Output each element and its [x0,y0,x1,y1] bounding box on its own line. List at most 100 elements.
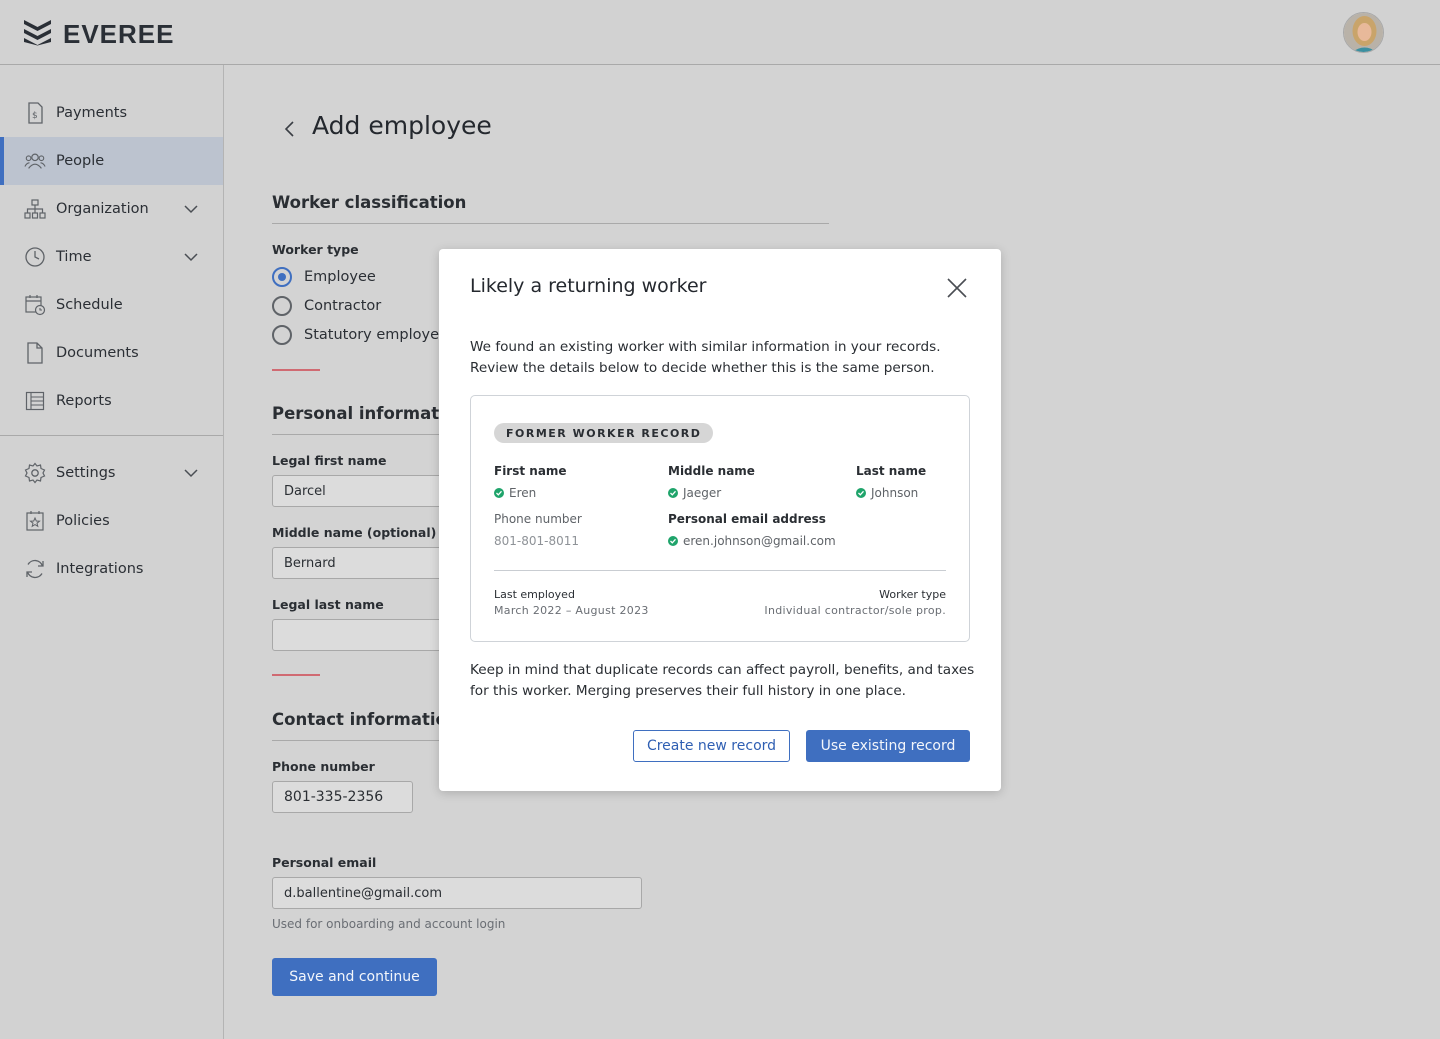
sidebar-item-label: Schedule [56,297,123,313]
former-worker-record-card: FORMER WORKER RECORD First name Eren Mid… [470,395,970,642]
returning-worker-modal: Likely a returning worker We found an ex… [439,249,1001,791]
sidebar-item-label: Policies [56,513,110,529]
middle-name-value: Jaeger [668,486,721,500]
reports-icon [24,390,46,412]
calendar-clock-icon [24,294,46,316]
phone-number-input[interactable]: 801-335-2356 [272,781,413,813]
personal-email-input[interactable]: d.ballentine@gmail.com [272,877,642,909]
personal-email-label: Personal email [272,855,377,870]
radio-statutory-employee[interactable]: Statutory employee [272,325,448,345]
sidebar-item-label: Organization [56,201,149,217]
sidebar-item-people[interactable]: People [0,137,223,185]
contact-information-heading: Contact information [272,710,459,729]
section-accent-rule [272,369,320,371]
sidebar-item-payments[interactable]: $ Payments [0,89,223,137]
worker-classification-heading: Worker classification [272,193,467,212]
worker-type-value: Individual contractor/sole prop. [764,604,946,617]
modal-intro-text: We found an existing worker with similar… [470,339,941,376]
sidebar-divider [0,435,223,436]
user-avatar[interactable] [1343,12,1384,53]
worker-type-label: Worker type [272,242,359,257]
personal-email-text: eren.johnson@gmail.com [683,534,836,548]
legal-first-name-input[interactable]: Darcel [272,475,452,507]
radio-label: Contractor [304,298,382,314]
everee-logo[interactable]: EVEREE [22,18,175,50]
section-divider [272,223,829,224]
phone-number-label: Phone number [272,759,375,774]
section-divider [272,434,452,435]
match-check-icon [856,488,866,498]
radio-button[interactable] [272,296,292,316]
modal-warning-text: Keep in mind that duplicate records can … [470,662,975,699]
sidebar-item-settings[interactable]: Settings [0,449,223,497]
sidebar-item-label: Integrations [56,561,144,577]
last-employed-label: Last employed [494,588,575,601]
sidebar-item-label: Reports [56,393,112,409]
chevron-down-icon[interactable] [182,464,200,482]
sidebar-item-documents[interactable]: Documents [0,329,223,377]
phone-number-value: 801-801-8011 [494,534,580,548]
match-check-icon [668,488,678,498]
phone-number-label: Phone number [494,512,582,526]
sidebar-item-label: Settings [56,465,116,481]
svg-text:$: $ [32,111,38,121]
chevron-down-icon[interactable] [182,248,200,266]
top-bar: EVEREE [0,0,1440,65]
legal-last-name-label: Legal last name [272,597,384,612]
radio-employee[interactable]: Employee [272,267,376,287]
email-helper-text: Used for onboarding and account login [272,917,506,931]
org-chart-icon [24,198,46,220]
radio-label: Statutory employee [304,327,448,343]
create-new-record-button[interactable]: Create new record [633,730,790,762]
chevron-down-icon[interactable] [182,200,200,218]
record-tag-badge: FORMER WORKER RECORD [494,423,714,443]
sidebar-item-label: People [56,153,105,169]
sync-icon [24,558,46,580]
legal-first-name-label: Legal first name [272,453,387,468]
payments-icon: $ [24,102,46,124]
last-employed-value: March 2022 – August 2023 [494,604,649,617]
sidebar-item-organization[interactable]: Organization [0,185,223,233]
sidebar-item-label: Documents [56,345,139,361]
sidebar-item-schedule[interactable]: Schedule [0,281,223,329]
first-name-value: Eren [494,486,536,500]
use-existing-record-button[interactable]: Use existing record [806,730,970,762]
section-divider [272,740,452,741]
sidebar-item-label: Payments [56,105,128,121]
last-name-value: Johnson [856,486,918,500]
radio-button[interactable] [272,325,292,345]
radio-button[interactable] [272,267,292,287]
first-name-label: First name [494,464,567,478]
match-check-icon [668,536,678,546]
middle-name-label: Middle name (optional) [272,525,437,540]
section-accent-rule [272,674,320,676]
sidebar-item-reports[interactable]: Reports [0,377,223,425]
clock-icon [24,246,46,268]
gear-icon [24,462,46,484]
first-name-text: Eren [509,486,537,500]
radio-label: Employee [304,269,376,285]
sidebar-item-integrations[interactable]: Integrations [0,545,223,593]
last-name-label: Last name [856,464,927,478]
document-icon [24,342,46,364]
logo-text: EVEREE [63,18,175,49]
middle-name-label: Middle name [668,464,755,478]
personal-email-label: Personal email address [668,512,826,526]
save-and-continue-button[interactable]: Save and continue [272,958,437,996]
policy-star-icon [24,510,46,532]
back-arrow-icon[interactable] [280,119,300,139]
close-icon[interactable] [945,276,969,300]
logo-mark-icon [22,18,53,50]
legal-last-name-input[interactable] [272,619,452,651]
sidebar-item-time[interactable]: Time [0,233,223,281]
worker-type-label: Worker type [879,588,946,601]
radio-contractor[interactable]: Contractor [272,296,381,316]
page-title: Add employee [312,111,492,140]
match-check-icon [494,488,504,498]
sidebar: $ Payments People Organization Time Sche… [0,65,224,1039]
sidebar-item-label: Time [56,249,92,265]
middle-name-text: Jaeger [683,486,722,500]
modal-title: Likely a returning worker [470,275,707,297]
sidebar-item-policies[interactable]: Policies [0,497,223,545]
middle-name-input[interactable]: Bernard [272,547,452,579]
